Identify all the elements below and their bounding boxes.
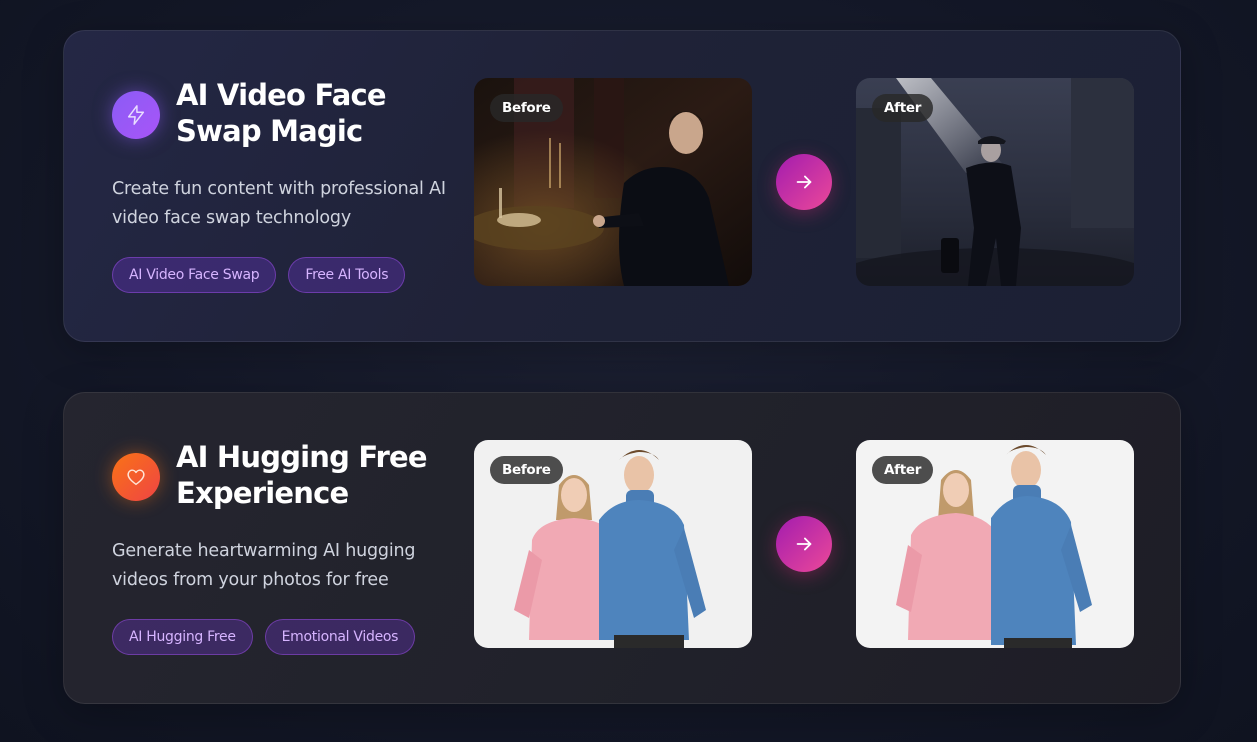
transform-arrow-button[interactable] <box>776 154 832 210</box>
feature-card-hugging: AI Hugging Free Experience Generate hear… <box>63 392 1181 704</box>
tag-ai-hugging-free[interactable]: AI Hugging Free <box>112 619 253 655</box>
tag-list: AI Video Face Swap Free AI Tools <box>112 257 406 293</box>
feature-description: Generate heartwarming AI hugging videos … <box>112 541 416 590</box>
feature-description: Create fun content with professional AI … <box>112 179 446 228</box>
after-label: After <box>872 94 934 122</box>
before-label: Before <box>490 456 563 484</box>
before-image: Before <box>474 440 752 648</box>
tag-emotional-videos[interactable]: Emotional Videos <box>264 619 416 655</box>
before-label: Before <box>490 94 563 122</box>
after-image: After <box>856 78 1134 286</box>
tag-free-ai-tools[interactable]: Free AI Tools <box>288 257 406 293</box>
arrow-right-icon <box>796 175 812 189</box>
lightning-icon <box>112 91 160 139</box>
heart-icon <box>112 453 160 501</box>
tag-list: AI Hugging Free Emotional Videos <box>112 619 416 655</box>
transform-arrow-button[interactable] <box>776 516 832 572</box>
feature-title: AI Video Face Swap Magic <box>176 78 387 148</box>
before-image: Before <box>474 78 752 286</box>
feature-title: AI Hugging Free Experience <box>176 440 428 510</box>
after-label: After <box>872 456 934 484</box>
tag-ai-video-face-swap[interactable]: AI Video Face Swap <box>112 257 277 293</box>
arrow-right-icon <box>796 537 812 551</box>
after-image: After <box>856 440 1134 648</box>
feature-card-face-swap: AI Video Face Swap Magic Create fun cont… <box>63 30 1181 342</box>
